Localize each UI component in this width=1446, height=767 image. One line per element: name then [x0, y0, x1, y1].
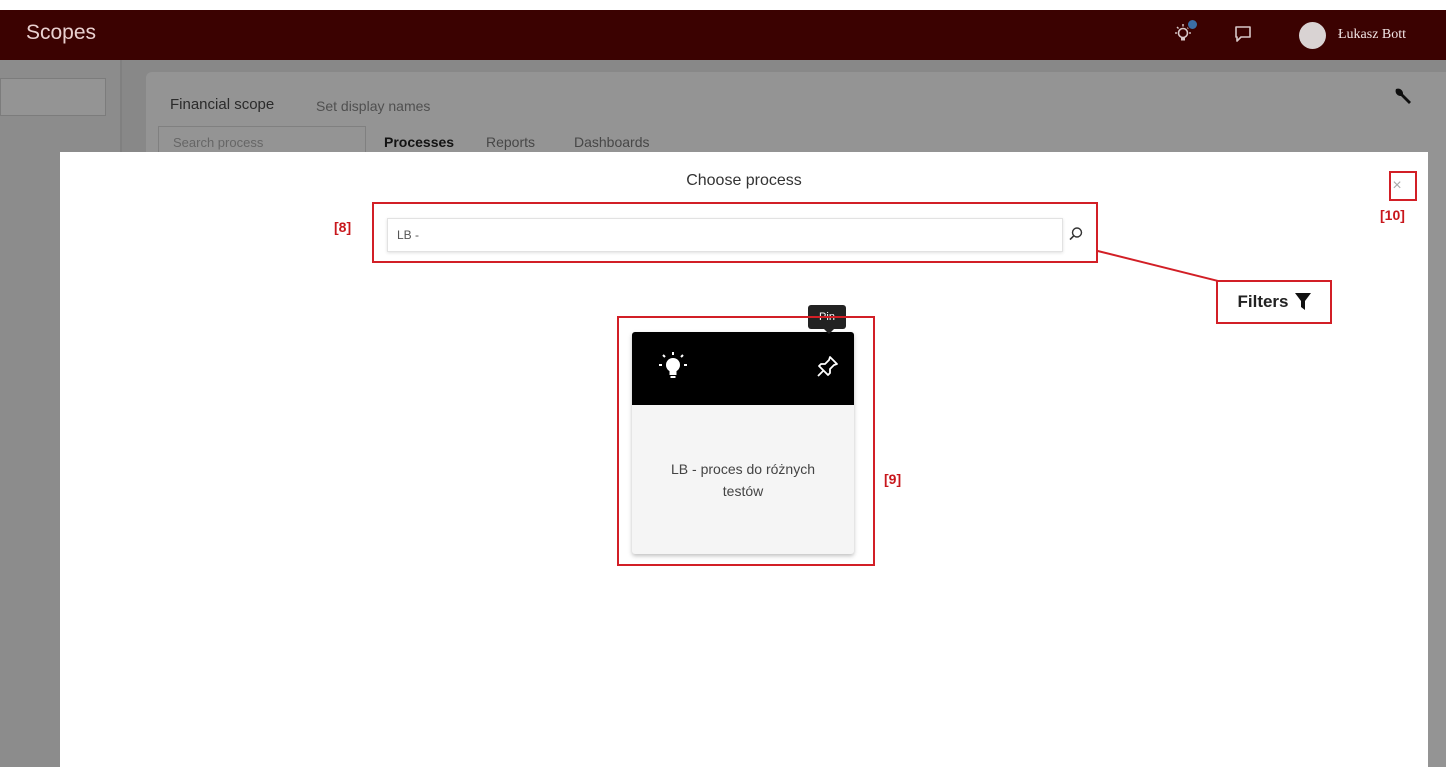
filters-label: Filters [1237, 292, 1289, 311]
user-name[interactable]: Łukasz Bott [1338, 27, 1406, 43]
app-title[interactable]: Scopes [26, 21, 96, 45]
annotation-label-search: [8] [334, 219, 352, 235]
top-bar: Scopes Łukasz Bott [0, 10, 1446, 60]
avatar[interactable] [1299, 22, 1326, 49]
annotation-card-box [617, 316, 875, 566]
annotation-label-card: [9] [884, 471, 902, 487]
lightbulb-icon[interactable] [1170, 19, 1198, 47]
annotation-close-box [1389, 171, 1417, 201]
notification-badge [1187, 19, 1198, 30]
annotation-search-box [372, 202, 1098, 263]
chat-icon[interactable] [1230, 21, 1256, 47]
modal-title: Choose process [686, 172, 802, 189]
filters-annotation: Filters [1216, 280, 1332, 324]
filter-icon [1294, 293, 1311, 310]
annotation-label-close: [10] [1380, 207, 1405, 223]
